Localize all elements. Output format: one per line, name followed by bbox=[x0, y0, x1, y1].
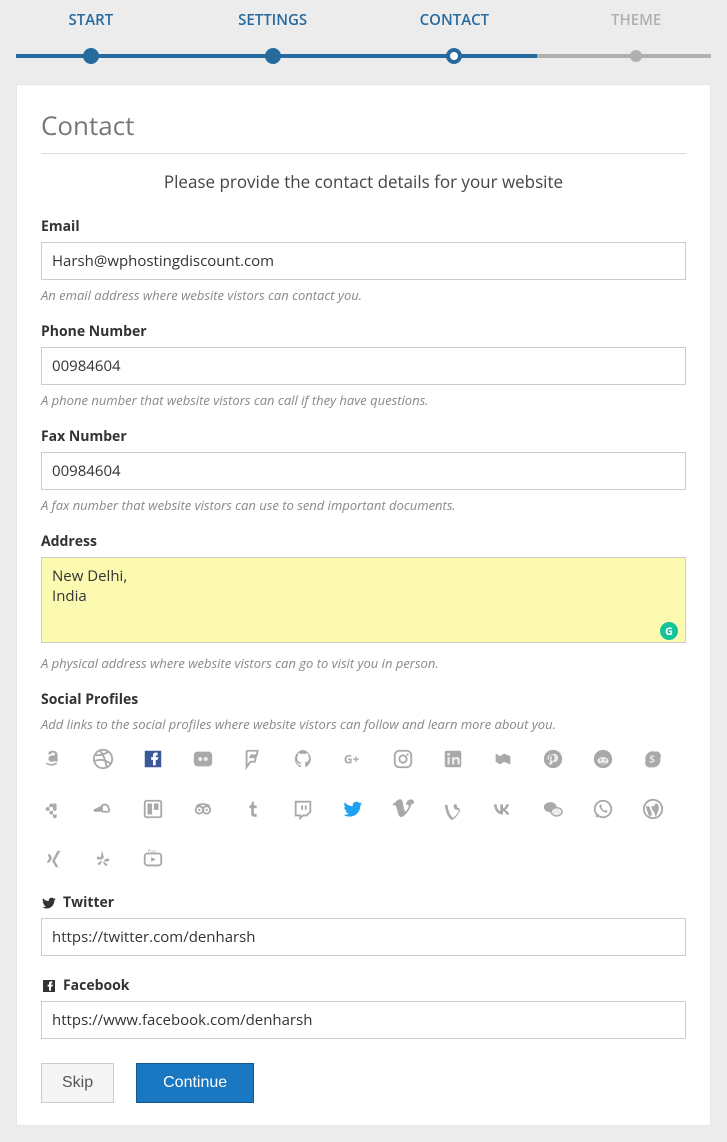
whatsapp-icon[interactable] bbox=[591, 797, 615, 821]
social-icon-grid: G+ S You bbox=[41, 747, 686, 871]
continue-button[interactable]: Continue bbox=[136, 1063, 254, 1103]
svg-text:S: S bbox=[649, 752, 655, 766]
svg-text:G+: G+ bbox=[344, 752, 360, 768]
social-profiles-hint: Add links to the social profiles where w… bbox=[41, 715, 686, 733]
twitter-icon[interactable] bbox=[341, 797, 365, 821]
twitter-field-group bbox=[41, 918, 686, 956]
address-label: Address bbox=[41, 532, 686, 551]
stepper-dot-icon bbox=[265, 48, 281, 64]
stepper-step-start[interactable]: START bbox=[0, 0, 182, 60]
email-hint: An email address where website vistors c… bbox=[41, 286, 686, 304]
email-input[interactable] bbox=[41, 242, 686, 280]
twitter-small-icon bbox=[41, 895, 57, 911]
yelp-icon[interactable] bbox=[91, 847, 115, 871]
page-subtitle: Please provide the contact details for y… bbox=[41, 170, 686, 193]
slack-icon[interactable] bbox=[41, 797, 65, 821]
facebook-field-label: Facebook bbox=[41, 976, 686, 995]
stepper-label: CONTACT bbox=[420, 10, 489, 30]
flickr-icon[interactable] bbox=[191, 747, 215, 771]
stepper-dot-icon bbox=[83, 48, 99, 64]
phone-label: Phone Number bbox=[41, 322, 686, 341]
phone-input[interactable] bbox=[41, 347, 686, 385]
phone-field-group: Phone Number bbox=[41, 322, 686, 385]
facebook-input[interactable] bbox=[41, 1001, 686, 1039]
button-row: Skip Continue bbox=[41, 1063, 686, 1103]
facebook-field-group bbox=[41, 1001, 686, 1039]
social-profiles-heading: Social Profiles bbox=[41, 690, 686, 709]
page-title: Contact bbox=[41, 107, 686, 154]
address-textarea-wrap: G bbox=[41, 557, 686, 648]
grammarly-icon: G bbox=[660, 622, 678, 640]
address-input[interactable] bbox=[41, 557, 686, 643]
reddit-icon[interactable] bbox=[591, 747, 615, 771]
github-icon[interactable] bbox=[291, 747, 315, 771]
address-field-group: Address G bbox=[41, 532, 686, 648]
xing-icon[interactable] bbox=[41, 847, 65, 871]
youtube-icon[interactable]: You bbox=[141, 847, 165, 871]
skype-icon[interactable]: S bbox=[641, 747, 665, 771]
fax-label: Fax Number bbox=[41, 427, 686, 446]
vimeo-icon[interactable] bbox=[391, 797, 415, 821]
vk-icon[interactable] bbox=[491, 797, 515, 821]
facebook-icon[interactable] bbox=[141, 747, 165, 771]
medium-icon[interactable] bbox=[491, 747, 515, 771]
facebook-label-text: Facebook bbox=[63, 976, 130, 995]
twitter-field-label: Twitter bbox=[41, 893, 686, 912]
svg-text:You: You bbox=[148, 849, 156, 855]
twitter-label-text: Twitter bbox=[63, 893, 114, 912]
stepper-label: THEME bbox=[611, 10, 661, 30]
fax-hint: A fax number that website vistors can us… bbox=[41, 496, 686, 514]
address-hint: A physical address where website vistors… bbox=[41, 654, 686, 672]
stepper-dot-icon bbox=[630, 50, 642, 62]
foursquare-icon[interactable] bbox=[241, 747, 265, 771]
stepper-dot-icon bbox=[446, 48, 462, 64]
vine-icon[interactable] bbox=[441, 797, 465, 821]
fax-field-group: Fax Number bbox=[41, 427, 686, 490]
stepper-step-theme[interactable]: THEME bbox=[545, 0, 727, 60]
phone-hint: A phone number that website vistors can … bbox=[41, 391, 686, 409]
tumblr-icon[interactable] bbox=[241, 797, 265, 821]
soundcloud-icon[interactable] bbox=[91, 797, 115, 821]
trello-icon[interactable] bbox=[141, 797, 165, 821]
googleplus-icon[interactable]: G+ bbox=[341, 747, 365, 771]
stepper-step-settings[interactable]: SETTINGS bbox=[182, 0, 364, 60]
stepper-label: START bbox=[69, 10, 114, 30]
email-field-group: Email bbox=[41, 217, 686, 280]
twitter-input[interactable] bbox=[41, 918, 686, 956]
tripadvisor-icon[interactable] bbox=[191, 797, 215, 821]
fax-input[interactable] bbox=[41, 452, 686, 490]
stepper-nav: START SETTINGS CONTACT THEME bbox=[0, 0, 727, 60]
instagram-icon[interactable] bbox=[391, 747, 415, 771]
facebook-small-icon bbox=[41, 978, 57, 994]
skip-button[interactable]: Skip bbox=[41, 1063, 114, 1103]
amazon-icon[interactable] bbox=[41, 747, 65, 771]
dribbble-icon[interactable] bbox=[91, 747, 115, 771]
pinterest-icon[interactable] bbox=[541, 747, 565, 771]
email-label: Email bbox=[41, 217, 686, 236]
stepper-label: SETTINGS bbox=[238, 10, 307, 30]
contact-panel: Contact Please provide the contact detai… bbox=[16, 84, 711, 1126]
twitch-icon[interactable] bbox=[291, 797, 315, 821]
wechat-icon[interactable] bbox=[541, 797, 565, 821]
wordpress-icon[interactable] bbox=[641, 797, 665, 821]
stepper-step-contact[interactable]: CONTACT bbox=[364, 0, 546, 60]
linkedin-icon[interactable] bbox=[441, 747, 465, 771]
